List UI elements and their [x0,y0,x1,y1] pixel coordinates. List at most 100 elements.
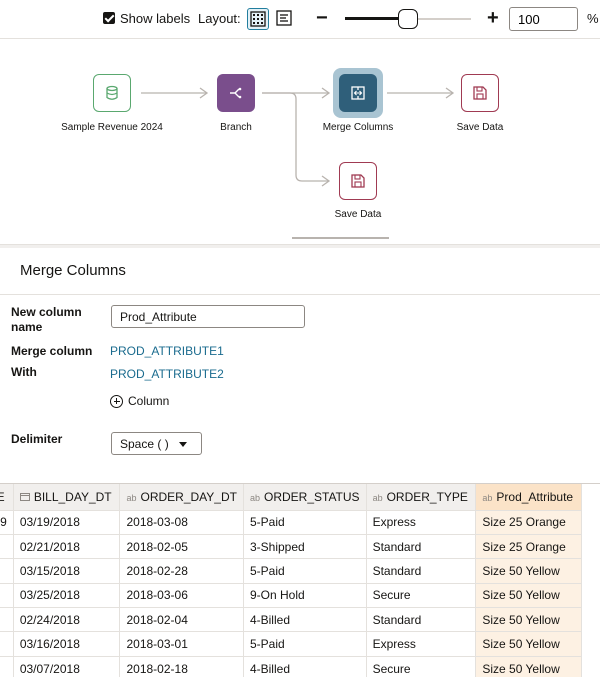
calendar-icon [19,492,30,503]
flow-node-label: Sample Revenue 2024 [61,122,163,133]
table-cell: 02/21/2018 [13,534,121,560]
flow-node-branch[interactable] [217,74,255,112]
table-cell [0,583,14,609]
table-cell: 4-Billed [243,607,367,633]
column-header-label: ORDER_DAY_DT [140,489,237,504]
table-cell: Standard [366,534,477,560]
with-label: With [11,365,37,379]
table-body: 9903/19/20182018-03-085-PaidExpressSize … [0,510,582,677]
column-header[interactable]: ab Prod_Attribute [475,484,582,511]
flow-node-label: Merge Columns [322,122,394,133]
zoom-out-button[interactable]: − [316,7,328,30]
table-cell: 03/19/2018 [13,510,121,535]
table-cell: 2018-03-06 [119,583,244,609]
table-cell: Size 25 Orange [475,510,582,535]
table-cell: 99 [0,510,14,535]
table-cell: Size 50 Yellow [475,583,582,609]
table-cell: 03/16/2018 [13,631,121,657]
table-cell: 2018-03-01 [119,631,244,657]
list-layout-button[interactable] [274,8,296,30]
data-preview-table: UEBILL_DAY_DTabORDER_DAY_DTabORDER_STATU… [0,483,600,677]
flow-node-save-data[interactable] [339,162,377,200]
table-row: 03/15/2018 2018-02-28 5-Paid Standard Size 5… [0,558,582,584]
delimiter-value: Space ( ) [120,437,169,451]
table-row: 9903/19/20182018-03-085-PaidExpressSize … [0,510,582,535]
flow-node-label: Save Data [334,209,382,220]
table-cell: Express [366,510,477,535]
show-labels-checkbox[interactable] [103,12,115,24]
table-cell: 02/24/2018 [13,607,121,633]
canvas-scrollbar[interactable] [292,237,389,239]
divider [0,294,600,295]
merge-column-link[interactable]: PROD_ATTRIBUTE1 [110,344,224,358]
table-cell: Standard [366,558,477,584]
add-column-button[interactable]: Column [110,394,169,408]
table-cell: Secure [366,583,477,609]
table-cell: 03/07/2018 [13,656,121,677]
table-cell [0,656,14,677]
grid-layout-button[interactable] [247,8,269,30]
table-cell [0,558,14,584]
zoom-in-button[interactable]: + [487,7,499,30]
column-header[interactable]: ab ORDER_STATUS [243,484,367,511]
with-column-link[interactable]: PROD_ATTRIBUTE2 [110,367,224,381]
table-row: 03/16/2018 2018-03-01 5-Paid Express Size 50… [0,631,582,657]
table-cell: 3-Shipped [243,534,367,560]
delimiter-select[interactable]: Space ( ) [111,432,202,455]
text-type-icon: ab [126,492,137,503]
add-column-label: Column [128,394,170,408]
grid-layout-icon [250,11,266,27]
flow-node-merge-columns[interactable] [339,74,377,112]
new-column-name-label: New column name [11,305,82,334]
table-cell: 5-Paid [243,510,367,535]
list-layout-icon [276,10,292,26]
panel-splitter[interactable] [0,244,600,248]
text-type-icon: ab [249,492,260,503]
table-cell: Express [366,631,477,657]
new-column-name-input[interactable] [111,305,305,328]
column-header[interactable]: BILL_DAY_DT [13,484,121,511]
layout-label: Layout: [198,11,241,26]
branch-icon [230,87,242,99]
column-header[interactable]: ab ORDER_TYPE [366,484,477,511]
merge-columns-icon [351,86,365,100]
table-cell: 03/15/2018 [13,558,121,584]
table-cell: 2018-02-04 [119,607,244,633]
table-cell: 5-Paid [243,558,367,584]
table-cell: 03/25/2018 [13,583,121,609]
data-grid: UEBILL_DAY_DTabORDER_DAY_DTabORDER_STATU… [0,484,582,677]
save-icon [473,86,487,100]
table-cell: Secure [366,656,477,677]
text-type-icon: ab [372,492,383,503]
table-cell [0,534,14,560]
flow-canvas[interactable]: Sample Revenue 2024 Branch Merge Columns… [0,38,600,244]
table-cell: 2018-02-18 [119,656,244,677]
table-cell: Size 50 Yellow [475,656,582,677]
database-icon [106,85,118,100]
text-type-icon: ab [482,492,493,503]
table-cell: 5-Paid [243,631,367,657]
flow-node-label: Branch [220,122,252,133]
flow-node-save-data[interactable] [461,74,499,112]
zoom-unit: % [587,11,599,26]
chevron-down-icon [179,442,187,447]
table-cell: Size 50 Yellow [475,631,582,657]
table-row: 02/24/2018 2018-02-04 4-Billed Standard Size… [0,607,582,633]
column-header-label: ORDER_TYPE [386,489,468,504]
table-row: 03/25/2018 2018-03-06 9-On Hold Secure Size … [0,583,582,609]
table-cell: Standard [366,607,477,633]
zoom-input[interactable] [509,7,578,31]
table-cell: 9-On Hold [243,583,367,609]
column-header-label: Prod_Attribute [496,489,574,504]
zoom-slider-handle[interactable] [398,9,418,29]
column-header[interactable]: UE [0,484,14,511]
toolbar: Show labels Layout: − + % [0,0,600,38]
panel-title: Merge Columns [20,262,126,279]
table-header-row: UEBILL_DAY_DTabORDER_DAY_DTabORDER_STATU… [0,484,582,511]
column-header[interactable]: ab ORDER_DAY_DT [119,484,244,511]
flow-node-source[interactable] [93,74,131,112]
table-cell: Size 50 Yellow [475,607,582,633]
show-labels-label: Show labels [120,11,191,26]
table-cell: 2018-02-28 [119,558,244,584]
merge-column-label: Merge column [11,344,93,358]
